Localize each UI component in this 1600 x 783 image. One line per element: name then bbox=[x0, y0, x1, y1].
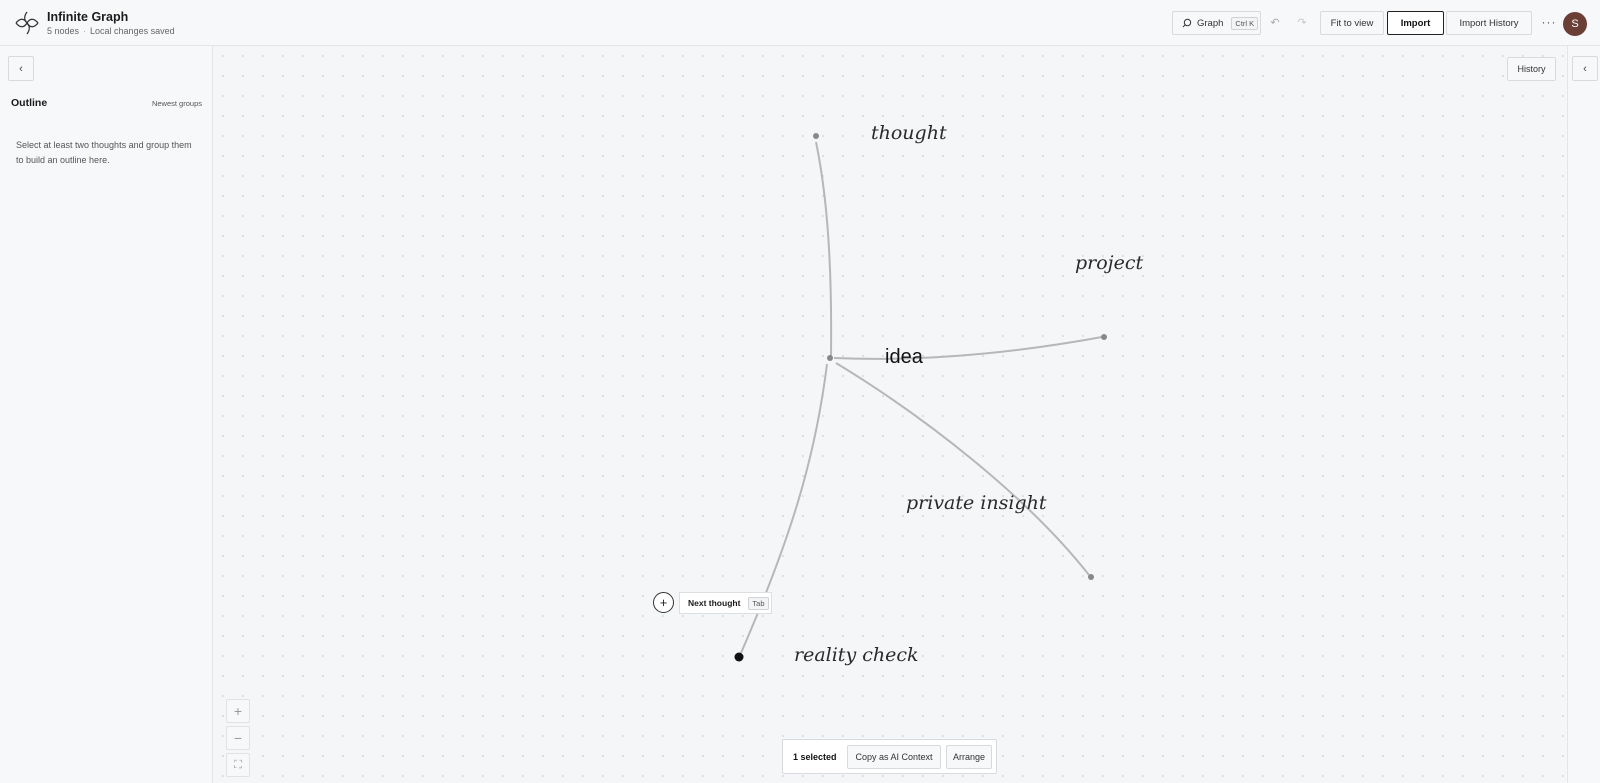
more-options-icon[interactable]: ··· bbox=[1540, 14, 1558, 30]
node-idea[interactable]: idea bbox=[885, 346, 923, 369]
collapse-sidebar-button[interactable]: ‹ bbox=[8, 56, 34, 81]
next-thought-label: Next thought bbox=[688, 598, 741, 608]
outline-title: Outline bbox=[11, 97, 48, 109]
redo-icon[interactable]: ↷ bbox=[1293, 13, 1311, 31]
import-button[interactable]: Import bbox=[1387, 11, 1444, 35]
node-thought[interactable]: thought bbox=[871, 122, 947, 144]
save-status: Local changes saved bbox=[90, 26, 175, 36]
search-label: Graph bbox=[1197, 17, 1224, 29]
outline-empty-message: Select at least two thoughts and group t… bbox=[16, 140, 192, 165]
expand-right-panel-button[interactable]: ‹ bbox=[1572, 56, 1598, 81]
node-project[interactable]: project bbox=[1075, 252, 1143, 274]
separator-dot: · bbox=[83, 26, 87, 36]
copy-ai-context-button[interactable]: Copy as AI Context bbox=[847, 745, 941, 769]
sort-newest-groups[interactable]: Newest groups bbox=[152, 99, 202, 108]
app-title: Infinite Graph bbox=[47, 10, 129, 24]
top-bar: Infinite Graph 5 nodes · Local changes sav… bbox=[0, 0, 1600, 46]
add-thought-icon[interactable]: + bbox=[653, 592, 674, 613]
selection-count: 1 selected bbox=[793, 752, 837, 762]
right-panel-bar: ‹ bbox=[1567, 46, 1600, 783]
fit-screen-icon[interactable]: ⛶ bbox=[226, 753, 250, 777]
undo-icon[interactable]: ↶ bbox=[1266, 13, 1284, 31]
zoom-out-icon[interactable]: − bbox=[226, 726, 250, 750]
node-reality-check[interactable]: reality check bbox=[794, 644, 919, 666]
arrange-button[interactable]: Arrange bbox=[946, 745, 992, 769]
graph-status: 5 nodes · Local changes saved bbox=[47, 26, 175, 36]
search-shortcut: Ctrl K bbox=[1231, 16, 1259, 30]
search-icon bbox=[1182, 18, 1192, 28]
selection-toolbar: 1 selected Copy as AI Context Arrange bbox=[782, 739, 997, 774]
graph-canvas[interactable] bbox=[213, 46, 1567, 783]
next-thought-shortcut: Tab bbox=[748, 596, 769, 610]
outline-sidebar: ‹ Outline Newest groups Select at least … bbox=[0, 46, 213, 783]
fit-to-view-button[interactable]: Fit to view bbox=[1320, 11, 1384, 35]
import-history-button[interactable]: Import History bbox=[1446, 11, 1532, 35]
history-button[interactable]: History bbox=[1507, 57, 1556, 81]
next-thought-button[interactable]: Next thought Tab bbox=[679, 592, 772, 614]
app-logo-icon bbox=[15, 11, 39, 35]
zoom-in-icon[interactable]: + bbox=[226, 699, 250, 723]
node-private-insight[interactable]: private insight bbox=[906, 492, 1046, 514]
avatar[interactable]: S bbox=[1563, 12, 1587, 36]
search-button[interactable]: Graph Ctrl K bbox=[1172, 11, 1261, 35]
node-count: 5 nodes bbox=[47, 26, 80, 36]
